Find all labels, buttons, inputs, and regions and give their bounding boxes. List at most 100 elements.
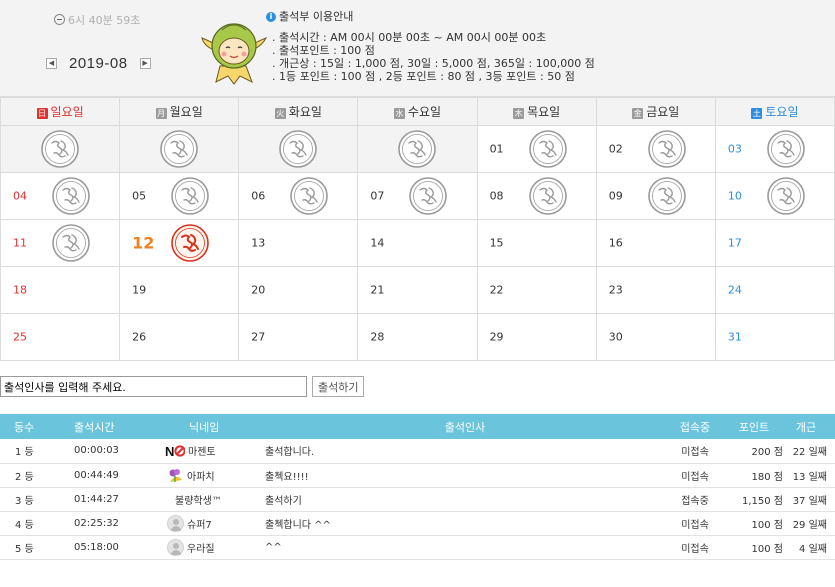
calendar-empty-cell [119,125,240,173]
no-badge-icon: N [165,444,185,458]
attendance-stamp-icon [159,129,199,169]
day-number: 22 [489,283,504,297]
calendar-empty-cell [238,125,359,173]
calendar-day-cell[interactable]: 30 [595,313,716,361]
calendar-day-cell[interactable]: 02 [595,125,716,173]
avatar-icon [167,514,184,532]
weekday-header: 金 금요일 [595,97,716,126]
day-number: 17 [727,236,742,250]
calendar-day-cell[interactable]: 23 [595,266,716,314]
attendance-header: 6시 40분 59초 ◀ 2019-08 ▶ i 출석부 이용안내 . 출석시간… [0,0,835,97]
calendar-day-cell[interactable]: 18 [0,266,121,314]
attendance-stamp-icon [528,129,568,169]
ranking-row: 5 등 05:18:00 우라질 ^^ 미접속 100 점4 일째 [0,535,835,560]
online-status-cell: 미접속 [665,535,725,560]
current-month: 2019-08 [69,55,128,72]
calendar-day-cell[interactable]: 20 [238,266,359,314]
calendar-day-cell[interactable]: 22 [476,266,597,314]
calendar-day-cell[interactable]: 06 [238,172,359,220]
calendar-day-cell[interactable]: 09 [595,172,716,220]
col-points: 포인트 [725,414,785,439]
day-number: 06 [251,189,266,203]
calendar-day-cell[interactable]: 24 [714,266,835,314]
calendar-day-cell[interactable]: 12 [119,219,240,267]
calendar-day-cell[interactable]: 28 [357,313,478,361]
weekday-header: 木 목요일 [476,97,597,126]
nickname-cell[interactable]: 불량학생™ [165,487,265,512]
calendar-day-cell[interactable]: 10 [714,172,835,220]
day-number: 24 [727,283,742,297]
nickname-cell[interactable]: 아파치 [165,463,265,488]
nickname-cell[interactable]: 우라질 [165,535,265,560]
attendance-stamp-icon [289,176,329,216]
calendar-day-cell[interactable]: 04 [0,172,121,220]
nickname-text: 불량학생™ [175,495,222,507]
ranking-row: 1 등 00:00:03 N 마젠토 출석합니다. 미접속 200 점 22 일째 [0,439,835,464]
ranking-body: 1 등 00:00:03 N 마젠토 출석합니다. 미접속 200 점 22 일째 2 등 00:… [0,439,835,560]
ranking-row: 4 등 02:25:32 슈퍼7 출첵합니다 ^^ 미접속 100 점 29 일째 [0,511,835,536]
calendar-day-cell[interactable]: 17 [714,219,835,267]
consecutive-days-cell: 22 일째 [785,439,835,464]
attendance-stamp-icon [408,176,448,216]
calendar-week-row: 01 02 03 [0,125,835,173]
day-number: 04 [13,189,27,203]
calendar-day-cell[interactable]: 21 [357,266,478,314]
ranking-row: 3 등 01:44:27 불량학생™ 출석하기 접속중 1,150 점 37 일째 [0,487,835,512]
calendar-day-cell[interactable]: 25 [0,313,121,361]
consecutive-days-cell: 29 일째 [785,511,835,536]
col-nickname: 닉네임 [165,414,265,439]
month-navigator: ◀ 2019-08 ▶ [46,55,151,72]
calendar-day-cell[interactable]: 08 [476,172,597,220]
next-month-button[interactable]: ▶ [139,58,151,69]
weekday-label: 일요일 [50,105,84,119]
attendance-stamp-icon [40,129,80,169]
rank-cell: 5 등 [0,535,64,560]
calendar-day-cell[interactable]: 31 [714,313,835,361]
greeting-message-cell: 출석하기 [265,487,665,512]
calendar-day-cell[interactable]: 11 [0,219,121,267]
day-number: 30 [608,330,623,344]
points-cell: 100 점 [725,511,785,536]
calendar-day-cell[interactable]: 27 [238,313,359,361]
points-cell: 200 점 [725,439,785,464]
nickname-cell[interactable]: N 마젠토 [165,439,265,464]
day-number: 09 [608,189,623,203]
online-status-cell: 미접속 [665,463,725,488]
calendar-day-cell[interactable]: 19 [119,266,240,314]
greeting-message-cell: 출첵요!!!! [265,463,665,488]
nickname-text: 슈퍼7 [187,519,212,531]
day-number: 20 [251,283,266,297]
today-attendance-stamp-icon [170,223,210,263]
minus-circle-icon [54,14,65,25]
calendar-day-cell[interactable]: 05 [119,172,240,220]
calendar-week-row: 11 12 13 14 15 16 17 [0,219,835,267]
time-cell: 05:18:00 [64,535,165,560]
online-status-cell: 미접속 [665,511,725,536]
time-cell: 02:25:32 [64,511,165,536]
attend-button[interactable]: 출석하기 [312,376,365,397]
consecutive-days-cell: 37 일째 [785,487,835,512]
calendar-day-cell[interactable]: 03 [714,125,835,173]
attendance-stamp-icon [51,223,91,263]
calendar-day-cell[interactable]: 13 [238,219,359,267]
calendar-day-cell[interactable]: 26 [119,313,240,361]
greeting-input[interactable] [0,376,307,397]
rank-cell: 1 등 [0,439,64,464]
calendar-day-cell[interactable]: 29 [476,313,597,361]
time-cell: 00:00:03 [64,439,165,464]
time-cell: 01:44:27 [64,487,165,512]
calendar-day-cell[interactable]: 01 [476,125,597,173]
mascot-character-icon [201,23,268,85]
consecutive-days-cell: 13 일째 [785,463,835,488]
day-number: 31 [727,330,742,344]
weekday-label: 수요일 [407,105,442,119]
calendar-day-cell[interactable]: 15 [476,219,597,267]
calendar-day-cell[interactable]: 16 [595,219,716,267]
calendar-day-cell[interactable]: 07 [357,172,478,220]
attendance-stamp-icon [528,176,568,216]
attendance-stamp-icon [647,176,687,216]
calendar-day-cell[interactable]: 14 [357,219,478,267]
today-date: 12 [132,233,155,253]
prev-month-button[interactable]: ◀ [46,58,57,69]
nickname-cell[interactable]: 슈퍼7 [165,511,265,536]
